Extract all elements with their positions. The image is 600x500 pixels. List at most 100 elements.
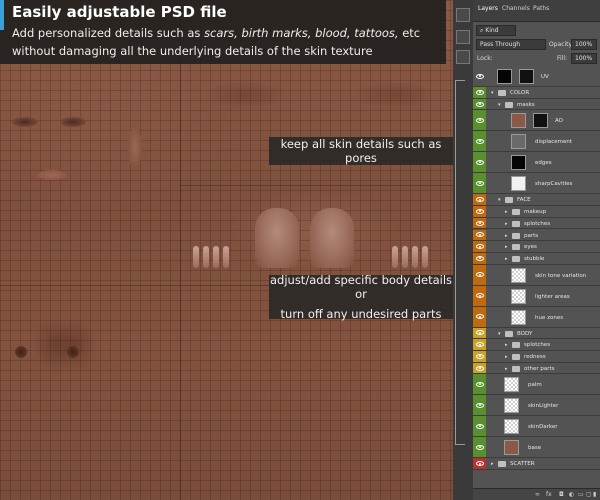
visibility-toggle[interactable] [473,217,486,229]
layer-row[interactable]: sharpCavities [473,173,600,195]
layer-group-row[interactable]: ▸ makeup [473,206,600,218]
toe [223,246,229,268]
layer-group-row[interactable]: ▸ parts [473,229,600,242]
visibility-toggle[interactable] [473,437,486,458]
chevron-icon[interactable]: ▸ [505,209,508,215]
chevron-icon[interactable]: ▾ [498,197,501,203]
trash-icon[interactable]: ▮ [593,491,596,498]
layer-group-row[interactable]: ▾ FACE [473,194,600,207]
layer-row[interactable]: skinLighter [473,395,600,417]
eye-icon [475,255,484,261]
layer-name: other parts [524,365,555,372]
layer-group-row[interactable]: ▸ eyes [473,241,600,253]
layer-group-row[interactable]: ▸ splotches [473,339,600,351]
layer-row[interactable]: hue zones [473,306,600,328]
new-group-icon[interactable]: ▭ [578,491,584,498]
fx-icon[interactable]: fx [546,491,552,498]
layers-panel-toggle-icon[interactable] [456,8,470,22]
adjustment-icon[interactable]: ◐ [569,491,574,498]
new-layer-icon[interactable]: ▢ [586,491,592,498]
lock-label: Lock: [477,55,493,62]
toe [193,246,199,268]
opacity-input[interactable]: 100% [571,39,597,50]
chevron-icon[interactable]: ▸ [505,366,508,372]
layer-thumbnail [504,377,519,393]
visibility-toggle[interactable] [473,98,486,110]
layer-row[interactable]: UV [473,66,600,87]
chevron-icon[interactable]: ▾ [491,90,494,96]
layer-group-row[interactable]: ▸ other parts [473,362,600,375]
tab-channels[interactable]: Channels [502,5,530,12]
visibility-toggle[interactable] [473,194,486,206]
fill-input[interactable]: 100% [571,53,597,64]
eye-icon [475,208,484,214]
eye-icon [475,402,484,408]
tab-layers[interactable]: Layers [478,5,498,12]
layer-row[interactable]: base [473,437,600,459]
layer-row[interactable]: AO [473,110,600,132]
chevron-icon[interactable]: ▾ [498,102,501,108]
link-icon[interactable]: ∞ [535,491,540,498]
visibility-toggle[interactable] [473,339,486,350]
layer-name: sharpCavities [535,181,573,188]
chevron-icon[interactable]: ▸ [505,233,508,239]
visibility-toggle[interactable] [473,306,486,327]
visibility-toggle[interactable] [473,264,486,285]
layer-group-row[interactable]: ▸ stubble [473,252,600,265]
visibility-toggle[interactable] [473,206,486,217]
folder-icon [512,342,520,349]
mask-icon[interactable]: ◘ [559,491,564,498]
layer-row[interactable]: skin tone variation [473,264,600,286]
layer-row[interactable]: displacement [473,131,600,153]
visibility-toggle[interactable] [473,285,486,306]
toe [203,246,209,268]
chevron-icon[interactable]: ▸ [491,461,494,467]
visibility-toggle[interactable] [473,131,486,152]
visibility-toggle[interactable] [473,362,486,374]
visibility-toggle[interactable] [473,110,486,131]
toe [422,246,428,268]
visibility-toggle[interactable] [473,252,486,264]
visibility-toggle[interactable] [473,374,486,395]
layer-group-row[interactable]: ▾ COLOR [473,87,600,99]
chevron-icon[interactable]: ▸ [505,256,508,262]
adjustments-icon[interactable] [456,30,470,44]
callout-adjust-line2: turn off any undesired parts [280,307,442,321]
chevron-icon[interactable]: ▸ [505,354,508,360]
layer-group-row[interactable]: ▾ BODY [473,327,600,340]
folder-icon [512,365,520,372]
visibility-toggle[interactable] [473,229,486,241]
chevron-icon[interactable]: ▸ [505,244,508,250]
visibility-toggle[interactable] [473,327,486,339]
group-bracket [455,80,465,445]
layer-name: lighter areas [535,293,570,300]
chevron-icon[interactable]: ▸ [505,221,508,227]
folder-icon [505,101,513,108]
properties-icon[interactable] [456,50,470,64]
visibility-toggle[interactable] [473,173,486,194]
visibility-toggle[interactable] [473,66,486,86]
visibility-toggle[interactable] [473,458,486,470]
layer-row[interactable]: edges [473,152,600,174]
chevron-icon[interactable]: ▸ [505,342,508,348]
filter-kind-select[interactable]: ⌕ Kind [476,25,516,36]
layer-row[interactable]: lighter areas [473,285,600,307]
eye-icon [475,272,484,278]
layer-name: eyes [524,244,537,251]
layer-row[interactable]: skinDarker [473,416,600,438]
layer-group-row[interactable]: ▸ splotches [473,217,600,230]
visibility-toggle[interactable] [473,416,486,437]
visibility-toggle[interactable] [473,87,486,98]
visibility-toggle[interactable] [473,152,486,173]
chevron-icon[interactable]: ▾ [498,331,501,337]
layer-group-row[interactable]: ▸ SCATTER [473,458,600,471]
visibility-toggle[interactable] [473,351,486,362]
layer-group-row[interactable]: ▸ redness [473,351,600,363]
layer-group-row[interactable]: ▾ masks [473,98,600,111]
tab-paths[interactable]: Paths [533,5,549,12]
layer-row[interactable]: palm [473,374,600,396]
blend-mode-select[interactable]: Pass Through [476,39,546,50]
visibility-toggle[interactable] [473,395,486,416]
header-banner: Easily adjustable PSD file Add personali… [0,0,446,64]
visibility-toggle[interactable] [473,241,486,252]
